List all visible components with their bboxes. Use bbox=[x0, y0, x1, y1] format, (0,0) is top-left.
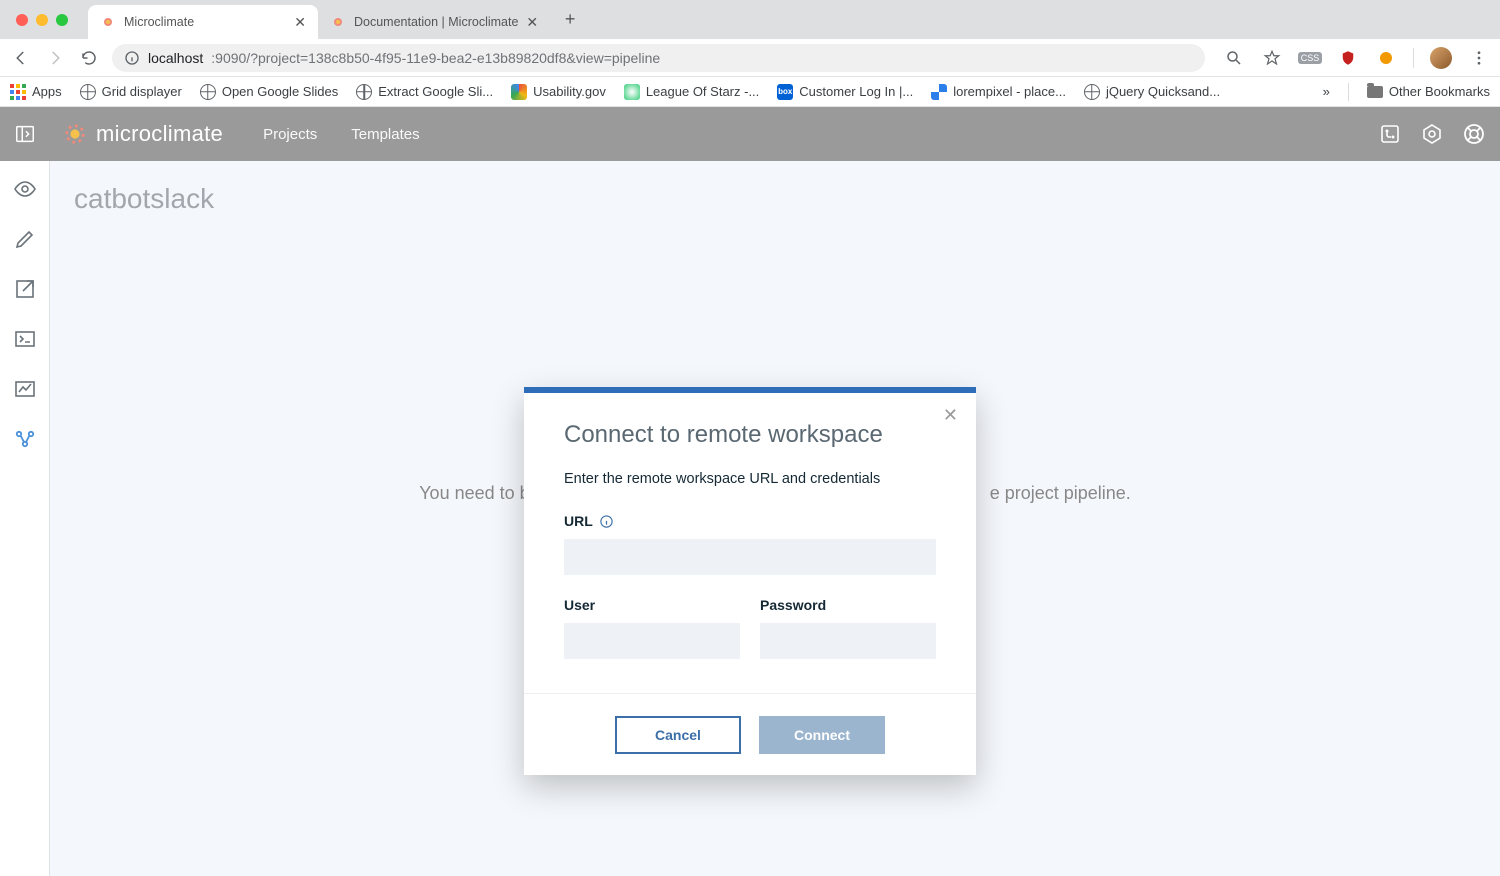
settings-icon[interactable] bbox=[1420, 122, 1444, 146]
star-icon bbox=[624, 84, 640, 100]
globe-icon bbox=[80, 84, 96, 100]
brand-text: microclimate bbox=[96, 121, 223, 147]
bookmark-item[interactable]: lorempixel - place... bbox=[931, 84, 1066, 100]
modal-close-icon[interactable]: ✕ bbox=[943, 405, 958, 426]
extension-orange-icon[interactable] bbox=[1375, 47, 1397, 69]
page-title: catbotslack bbox=[74, 183, 1476, 215]
rail-edit-icon[interactable] bbox=[13, 227, 37, 251]
browser-tabstrip: Microclimate ✕ Documentation | Microclim… bbox=[0, 0, 1500, 39]
info-icon[interactable] bbox=[599, 514, 614, 529]
bookmarks-bar: Apps Grid displayer Open Google Slides E… bbox=[0, 77, 1500, 107]
toolbar-divider bbox=[1413, 48, 1414, 68]
nav-templates[interactable]: Templates bbox=[351, 126, 419, 143]
bookmark-item[interactable]: Grid displayer bbox=[80, 84, 182, 100]
app-header: microclimate Projects Templates bbox=[0, 107, 1500, 161]
user-input[interactable] bbox=[564, 623, 740, 659]
tab-close-icon[interactable]: ✕ bbox=[526, 15, 538, 29]
browser-toolbar: localhost :9090/?project=138c8b50-4f95-11… bbox=[0, 39, 1500, 77]
browser-tab[interactable]: Documentation | Microclimate ✕ bbox=[318, 5, 550, 39]
pixel-icon bbox=[931, 84, 947, 100]
new-tab-button[interactable]: + bbox=[556, 6, 584, 34]
bookmarks-overflow[interactable]: » bbox=[1323, 84, 1330, 99]
globe-icon bbox=[1084, 84, 1100, 100]
extension-css-icon[interactable]: CSS bbox=[1299, 47, 1321, 69]
rail-open-icon[interactable] bbox=[13, 277, 37, 301]
connect-button[interactable]: Connect bbox=[759, 716, 885, 754]
rail-metrics-icon[interactable] bbox=[13, 377, 37, 401]
other-bookmarks[interactable]: Other Bookmarks bbox=[1367, 84, 1490, 99]
microclimate-favicon-icon bbox=[330, 14, 346, 30]
extension-shield-icon[interactable] bbox=[1337, 47, 1359, 69]
rail-view-icon[interactable] bbox=[13, 177, 37, 201]
reload-button[interactable] bbox=[78, 47, 100, 69]
toolbar-right: CSS bbox=[1223, 47, 1490, 69]
tab-close-icon[interactable]: ✕ bbox=[294, 15, 306, 29]
app-root: microclimate Projects Templates catbotsl… bbox=[0, 107, 1500, 876]
nav-projects[interactable]: Projects bbox=[263, 126, 317, 143]
url-host: localhost bbox=[148, 50, 203, 66]
modal-actions: Cancel Connect bbox=[524, 693, 976, 775]
microclimate-favicon-icon bbox=[100, 14, 116, 30]
rail-terminal-icon[interactable] bbox=[13, 327, 37, 351]
url-label: URL bbox=[564, 513, 936, 529]
modal-subtitle: Enter the remote workspace URL and crede… bbox=[564, 471, 936, 487]
kebab-menu-icon[interactable] bbox=[1468, 47, 1490, 69]
git-icon[interactable] bbox=[1378, 122, 1402, 146]
bookmark-item[interactable]: Open Google Slides bbox=[200, 84, 338, 100]
site-info-icon[interactable] bbox=[124, 50, 140, 66]
url-input[interactable] bbox=[564, 539, 936, 575]
bookmark-item[interactable]: Extract Google Sli... bbox=[356, 84, 493, 100]
window-zoom-button[interactable] bbox=[56, 14, 68, 26]
apps-grid-icon bbox=[10, 84, 26, 100]
password-input[interactable] bbox=[760, 623, 936, 659]
bookmark-item[interactable]: Usability.gov bbox=[511, 84, 606, 100]
help-icon[interactable] bbox=[1462, 122, 1486, 146]
brand[interactable]: microclimate bbox=[64, 121, 223, 147]
window-minimize-button[interactable] bbox=[36, 14, 48, 26]
app-nav: Projects Templates bbox=[263, 126, 420, 143]
microclimate-logo-icon bbox=[64, 123, 86, 145]
panel-toggle-icon[interactable] bbox=[14, 123, 36, 145]
tab-title: Documentation | Microclimate bbox=[354, 15, 518, 29]
profile-avatar[interactable] bbox=[1430, 47, 1452, 69]
left-rail bbox=[0, 161, 50, 876]
password-label: Password bbox=[760, 597, 936, 613]
url-path: :9090/?project=138c8b50-4f95-11e9-bea2-e… bbox=[211, 50, 660, 66]
bookbar-divider bbox=[1348, 83, 1349, 101]
back-button[interactable] bbox=[10, 47, 32, 69]
bookmark-item[interactable]: jQuery Quicksand... bbox=[1084, 84, 1220, 100]
globe-icon bbox=[356, 84, 372, 100]
cancel-button[interactable]: Cancel bbox=[615, 716, 741, 754]
connect-modal: ✕ Connect to remote workspace Enter the … bbox=[524, 387, 976, 775]
window-close-button[interactable] bbox=[16, 14, 28, 26]
star-icon[interactable] bbox=[1261, 47, 1283, 69]
modal-title: Connect to remote workspace bbox=[564, 421, 936, 449]
header-right bbox=[1378, 122, 1486, 146]
globe-icon bbox=[200, 84, 216, 100]
search-icon[interactable] bbox=[1223, 47, 1245, 69]
window-controls bbox=[16, 14, 68, 26]
apps-button[interactable]: Apps bbox=[10, 84, 62, 100]
rail-pipeline-icon[interactable] bbox=[13, 427, 37, 451]
forward-button[interactable] bbox=[44, 47, 66, 69]
bookmark-item[interactable]: boxCustomer Log In |... bbox=[777, 84, 913, 100]
tab-title: Microclimate bbox=[124, 15, 286, 29]
bookmark-item[interactable]: League Of Starz -... bbox=[624, 84, 759, 100]
diamond-icon bbox=[511, 84, 527, 100]
folder-icon bbox=[1367, 86, 1383, 98]
browser-tab-active[interactable]: Microclimate ✕ bbox=[88, 5, 318, 39]
address-bar[interactable]: localhost :9090/?project=138c8b50-4f95-11… bbox=[112, 44, 1205, 72]
user-label: User bbox=[564, 597, 740, 613]
